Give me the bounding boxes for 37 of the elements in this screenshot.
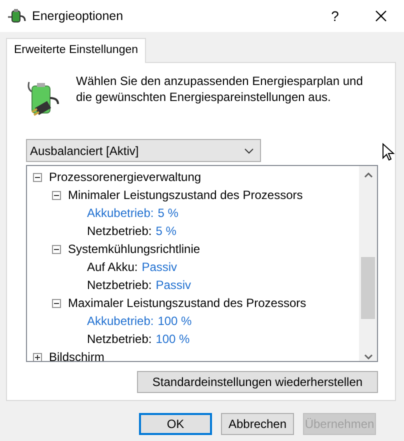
setting-value[interactable]: Passiv	[142, 258, 178, 276]
collapse-icon[interactable]	[52, 244, 61, 254]
setting-value[interactable]: 5 %	[156, 222, 176, 240]
tree-node[interactable]: Minimaler Leistungszustand des Prozessors	[68, 186, 303, 204]
collapse-icon[interactable]	[52, 190, 61, 200]
expand-icon[interactable]	[33, 352, 42, 362]
setting-value[interactable]: Passiv	[156, 276, 192, 294]
setting-label[interactable]: Auf Akku:	[87, 258, 138, 276]
restore-defaults-button[interactable]: Standardeinstellungen wiederherstellen	[137, 371, 378, 394]
dialog-button[interactable]: OK	[139, 413, 212, 436]
setting-label[interactable]: Akkubetrieb:	[87, 204, 154, 222]
collapse-icon[interactable]	[52, 298, 61, 308]
tree-node[interactable]: Bildschirm	[49, 348, 104, 362]
tab[interactable]: Erweiterte Einstellungen	[6, 38, 146, 64]
scrollbar-thumb[interactable]	[361, 257, 375, 320]
setting-label[interactable]: Netzbetrieb:	[87, 330, 152, 348]
chevron-down-icon	[244, 148, 254, 154]
scroll-up-icon[interactable]	[364, 172, 372, 178]
close-icon[interactable]	[375, 10, 387, 22]
setting-label[interactable]: Akkubetrieb:	[87, 312, 154, 330]
tree-node[interactable]: Systemkühlungsrichtlinie	[68, 240, 200, 258]
description-text: Wählen Sie den anzupassenden Energiesparplan und die gewünschten Energiespareinstellungen aus.	[76, 73, 364, 106]
help-button[interactable]: ?	[312, 6, 358, 26]
battery-plug-icon	[26, 80, 60, 118]
collapse-icon[interactable]	[33, 172, 42, 182]
dialog-button[interactable]: Abbrechen	[221, 413, 294, 436]
setting-value[interactable]: 100 %	[158, 312, 192, 330]
setting-value[interactable]: 100 %	[156, 330, 190, 348]
window-title: Energieoptionen	[32, 8, 124, 25]
plan-dropdown[interactable]: Ausbalanciert [Aktiv]	[26, 139, 261, 162]
setting-value[interactable]: 5 %	[158, 204, 178, 222]
setting-label[interactable]: Netzbetrieb:	[87, 222, 152, 240]
app-icon	[8, 8, 26, 24]
tree-node[interactable]: Prozessorenergieverwaltung	[49, 168, 202, 186]
scroll-down-icon[interactable]	[364, 354, 372, 360]
tree-node[interactable]: Maximaler Leistungszustand des Prozessors	[68, 294, 306, 312]
setting-label[interactable]: Netzbetrieb:	[87, 276, 152, 294]
